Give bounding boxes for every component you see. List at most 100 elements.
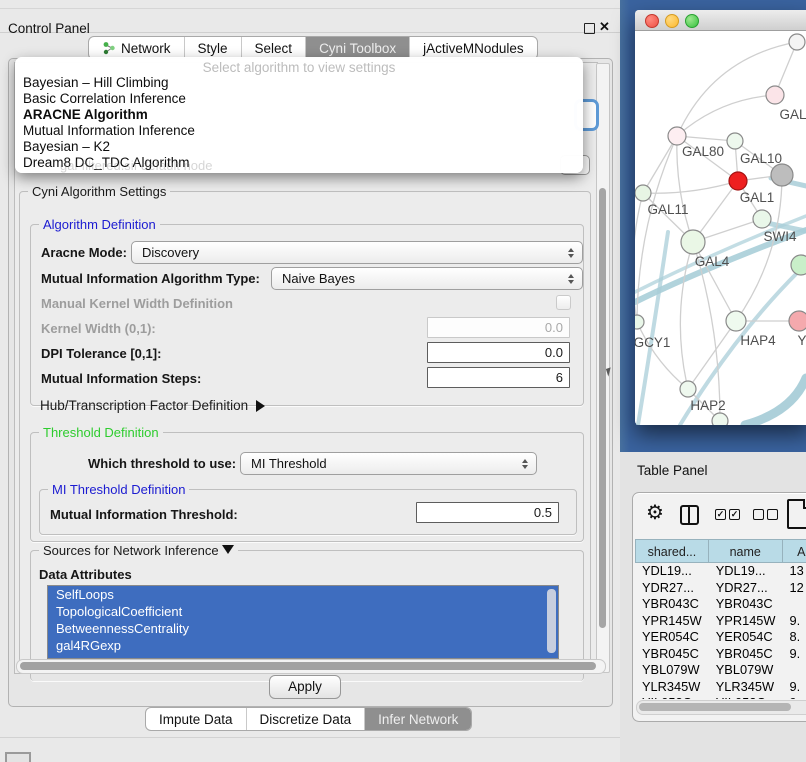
network-icon [102,41,116,55]
column-header[interactable]: shared... [635,539,709,563]
network-window-titlebar[interactable] [635,10,806,31]
network-node[interactable] [727,133,743,149]
table-cell: YBR043C [709,596,783,613]
tab-impute-data[interactable]: Impute Data [146,708,247,730]
network-node[interactable] [681,230,705,254]
dropdown-item[interactable]: Basic Correlation Inference [15,91,583,107]
page-icon[interactable] [787,499,806,529]
mi-algorithm-type-select[interactable]: Naive Bayes [271,267,583,290]
table-cell: YIL052C [635,695,709,699]
dropdown-item[interactable]: ARACNE Algorithm [15,107,583,123]
tab-cyni-toolbox[interactable]: Cyni Toolbox [306,37,410,59]
list-scrollbar[interactable] [547,589,556,653]
network-node[interactable] [729,172,747,190]
table-row[interactable]: YBR043CYBR043C [635,596,806,613]
threshold-select[interactable]: MI Threshold [240,452,537,475]
float-icon[interactable] [584,23,595,34]
mi-type-label: Mutual Information Algorithm Type: [41,271,260,286]
mi-steps-field[interactable]: 6 [427,367,570,388]
network-node[interactable] [712,413,728,425]
table-row[interactable]: YIL052CYIL052C9 [635,695,806,699]
table-row[interactable]: YLR345WYLR345W9. [635,679,806,696]
dpi-tolerance-field[interactable]: 0.0 [427,342,570,363]
minimize-traffic-light[interactable] [665,14,679,28]
apply-button[interactable]: Apply [269,675,341,699]
column-header[interactable]: name [709,539,783,563]
node-label: GAL11 [647,202,688,217]
checked-checkbox-icon[interactable]: ✓ [715,509,726,520]
table-cell: YBR045C [635,646,709,663]
columns-icon[interactable] [680,505,699,525]
network-node[interactable] [791,255,806,275]
group-title: Cyni Algorithm Settings [28,184,170,199]
close-traffic-light[interactable] [645,14,659,28]
group-title: Threshold Definition [39,425,163,440]
table-horizontal-scrollbar[interactable] [636,700,806,715]
hub-definition-expander[interactable]: Hub/Transcription Factor Definition [40,398,265,413]
mi-threshold-field[interactable]: 0.5 [416,502,559,523]
close-icon[interactable]: ✕ [599,19,610,35]
dropdown-item[interactable]: Bayesian – Hill Climbing [15,75,583,91]
network-node[interactable] [680,381,696,397]
mi-threshold-group: MI Threshold Definition Mutual Informati… [39,489,577,535]
tab-jactivemnodules[interactable]: jActiveMNodules [410,37,537,59]
aracne-mode-select[interactable]: Discovery [131,241,583,264]
network-node[interactable] [635,185,651,201]
dropdown-item[interactable]: Bayesian – K2 [15,139,583,155]
checked-checkbox-icon[interactable]: ✓ [729,509,740,520]
cyni-algorithm-settings-group: Cyni Algorithm Settings Algorithm Defini… [19,191,591,663]
tab-infer-network[interactable]: Infer Network [365,708,471,730]
network-node[interactable] [726,311,746,331]
kernel-width-field[interactable]: 0.0 [427,317,570,338]
attribute-list-item[interactable]: gal4RGexp [48,637,558,654]
table-row[interactable]: YDR27...YDR27...12 [635,580,806,597]
column-header[interactable]: A [783,539,806,563]
network-canvas[interactable]: GALGAL80GAL10GAL1GAL11SWI4GAL4GCY1HAP4YH… [635,30,806,425]
gear-icon[interactable]: ⚙ [646,500,664,525]
network-edge-thick[interactable] [638,232,668,425]
table-row[interactable]: YER054CYER054C8. [635,629,806,646]
unchecked-checkbox-icon[interactable] [767,509,778,520]
network-edge-thick[interactable] [745,378,806,425]
table-row[interactable]: YBR045CYBR045C9. [635,646,806,663]
tab-select[interactable]: Select [242,37,307,59]
dropdown-item[interactable]: Mutual Information Inference [15,123,583,139]
table-row[interactable]: YDL19...YDL19...13 [635,563,806,580]
network-node[interactable] [789,34,805,50]
sources-expander[interactable]: Sources for Network Inference [39,543,238,558]
network-node[interactable] [771,164,793,186]
tab-style[interactable]: Style [185,37,242,59]
attribute-list-item[interactable]: TopologicalCoefficient [48,603,558,620]
mini-panel-button[interactable] [5,752,31,762]
data-attributes-list[interactable]: SelfLoopsTopologicalCoefficientBetweenne… [47,585,559,659]
node-label: GAL4 [695,254,730,269]
network-node[interactable] [753,210,771,228]
horizontal-scrollbar[interactable] [16,659,606,674]
network-edge[interactable] [677,95,775,136]
table-cell: YER054C [709,629,783,646]
dropdown-items: Bayesian – Hill ClimbingBasic Correlatio… [15,75,583,171]
network-node[interactable] [635,315,644,329]
network-node[interactable] [668,127,686,145]
network-edge[interactable] [643,136,677,193]
attribute-list-item[interactable]: BetweennessCentrality [48,620,558,637]
tab-discretize-data[interactable]: Discretize Data [247,708,366,730]
attribute-list-item[interactable]: SelfLoops [48,586,558,603]
table-row[interactable]: YBL079WYBL079W [635,662,806,679]
table-cell: YDL19... [635,563,709,580]
mi-steps-label: Mutual Information Steps: [41,371,201,386]
unchecked-checkbox-icon[interactable] [753,509,764,520]
network-node[interactable] [766,86,784,104]
tab-network[interactable]: Network [89,37,185,59]
mi-threshold-label: Mutual Information Threshold: [50,507,238,522]
kernel-width-label: Kernel Width (0,1): [41,321,156,336]
table-row[interactable]: YPR145WYPR145W9. [635,613,806,630]
table-rows: YDL19...YDL19...13YDR27...YDR27...12YBR0… [635,563,806,699]
table-cell: 9. [783,613,806,630]
algorithm-definition-group: Algorithm Definition Aracne Mode: Discov… [30,224,584,406]
zoom-traffic-light[interactable] [685,14,699,28]
node-label: GAL80 [682,144,724,159]
network-node[interactable] [789,311,806,331]
algorithm-dropdown-popup: Select algorithm to view settings Bayesi… [15,57,583,173]
manual-kernel-checkbox[interactable] [556,295,571,310]
